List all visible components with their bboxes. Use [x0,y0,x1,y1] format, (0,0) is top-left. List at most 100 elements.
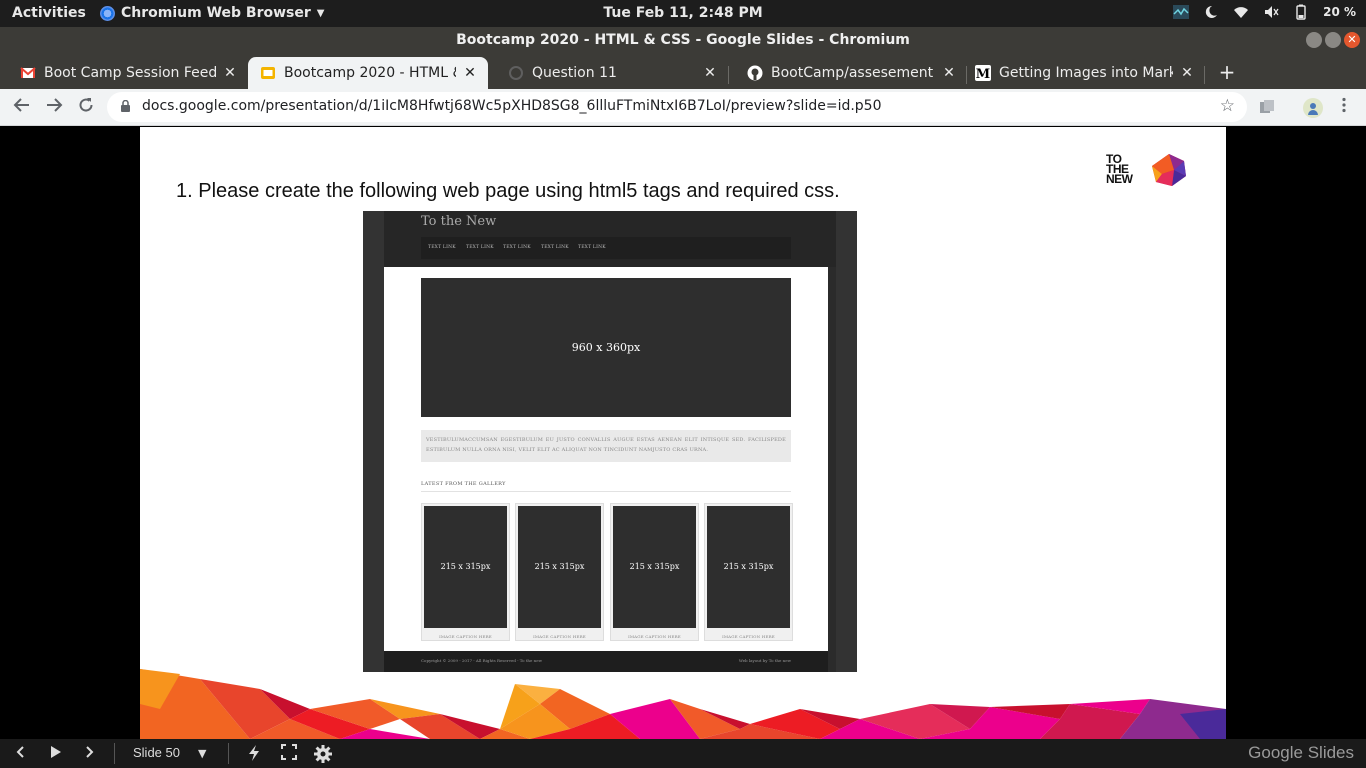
mockup-nav-bar: TEXT LINK TEXT LINK TEXT LINK TEXT LINK … [421,237,791,259]
gmail-icon [20,67,36,78]
close-icon[interactable]: ✕ [462,65,478,81]
mockup-nav-link: TEXT LINK [578,245,606,250]
close-icon[interactable]: ✕ [222,65,238,81]
decorative-polygon-band [140,669,1226,739]
lock-icon[interactable] [121,100,130,112]
url-text[interactable]: docs.google.com/presentation/d/1iIcM8Hfw… [142,98,882,114]
chevron-left-icon [16,746,24,758]
mockup-thumb-placeholder: 215 x 315px [613,506,696,628]
extension-icon[interactable] [1258,98,1276,116]
webpage-mockup-image: To the New TEXT LINK TEXT LINK TEXT LINK… [363,211,857,672]
tab-separator [1204,66,1205,84]
mockup-nav-link: TEXT LINK [541,245,569,250]
mockup-gallery-item: 215 x 315px IMAGE CAPTION HERE [704,503,793,641]
to-the-new-logo: TO THE NEW [1106,152,1190,190]
tab-title: Bootcamp 2020 - HTML & ( [284,65,456,81]
slide-dropdown-icon[interactable]: ▼ [198,747,206,760]
arrow-right-icon [47,98,63,112]
new-tab-button[interactable]: + [1216,60,1238,84]
mockup-nav-link: TEXT LINK [503,245,531,250]
system-tray[interactable]: 20 % [1173,4,1356,20]
play-icon [51,746,61,758]
slide-canvas: 1. Please create the following web page … [140,127,1226,739]
mockup-gallery-item: 215 x 315px IMAGE CAPTION HERE [610,503,699,641]
arrow-left-icon [13,98,29,112]
settings-button[interactable] [313,744,333,768]
wifi-icon[interactable] [1233,4,1249,20]
system-top-bar: Activities Chromium Web Browser ▼ Tue Fe… [0,0,1366,27]
tab-medium-images[interactable]: M Getting Images into Mark ✕ [965,57,1205,89]
mockup-gallery-item: 215 x 315px IMAGE CAPTION HERE [515,503,604,641]
laser-pointer-button[interactable] [246,744,262,766]
mockup-thumb-caption: IMAGE CAPTION HERE [628,634,681,639]
mockup-thumb-caption: IMAGE CAPTION HERE [439,634,492,639]
lightning-icon [249,745,259,761]
fullscreen-button[interactable] [281,744,297,764]
system-monitor-icon[interactable] [1173,4,1190,20]
mockup-intro-text: VESTIBULUMACCUMSAN EGESTIBULUM EU JUSTO … [421,430,791,462]
gear-icon [314,745,332,763]
previous-slide-button[interactable] [14,744,28,764]
battery-percent: 20 % [1323,5,1356,19]
tab-title: Question 11 [532,65,617,81]
toolbar-divider [114,743,115,764]
tab-title: BootCamp/assesement 4. [771,65,935,81]
chevron-right-icon [86,746,94,758]
more-vertical-icon [1342,97,1346,113]
mockup-thumb-placeholder: 215 x 315px [518,506,601,628]
google-slides-brand: Google Slides [1248,743,1354,762]
logo-gem-icon [1152,154,1186,186]
next-slide-button[interactable] [82,744,96,764]
mockup-thumb-caption: IMAGE CAPTION HERE [722,634,775,639]
close-window-button[interactable]: ✕ [1344,32,1360,48]
window-title-bar: Bootcamp 2020 - HTML & CSS - Google Slid… [0,27,1366,54]
slide-selector[interactable]: Slide 50 [133,745,180,760]
browser-menu-button[interactable] [1333,96,1355,118]
maximize-button[interactable] [1325,32,1341,48]
fullscreen-icon [281,744,297,760]
forward-button[interactable] [43,96,65,118]
mockup-nav-link: TEXT LINK [428,245,456,250]
mockup-hero-placeholder: 960 x 360px [421,278,791,417]
reload-button[interactable] [75,96,97,118]
close-icon[interactable]: ✕ [1179,65,1195,81]
medium-icon: M [975,65,991,81]
svg-text:M: M [976,67,990,81]
volume-icon[interactable] [1263,4,1279,20]
mockup-side-margin [836,211,857,672]
app-menu-label: Chromium Web Browser [121,5,311,21]
mockup-gallery-item: 215 x 315px IMAGE CAPTION HERE [421,503,510,641]
mockup-thumb-placeholder: 215 x 315px [424,506,507,628]
tab-question-11[interactable]: Question 11 ✕ [488,57,728,89]
play-button[interactable] [48,744,62,764]
slides-viewer-bar: Slide 50 ▼ Google Slides [0,739,1366,768]
close-icon[interactable]: ✕ [702,65,718,81]
battery-icon[interactable] [1293,4,1309,20]
tab-title: Boot Camp Session Feedb [44,65,216,81]
bookmark-star-icon[interactable]: ☆ [1220,96,1235,116]
tab-strip: Boot Camp Session Feedb ✕ Bootcamp 2020 … [0,54,1366,89]
mockup-thumb-placeholder: 215 x 315px [707,506,790,628]
tab-title: Getting Images into Mark [999,65,1173,81]
mockup-thumb-caption: IMAGE CAPTION HERE [533,634,586,639]
activities-button[interactable]: Activities [12,5,86,21]
window-title: Bootcamp 2020 - HTML & CSS - Google Slid… [456,32,910,48]
github-icon [747,65,763,81]
minimize-button[interactable] [1306,32,1322,48]
profile-avatar-icon[interactable] [1303,98,1323,118]
mockup-gallery-title: LATEST FROM THE GALLERY [421,481,506,487]
address-bar[interactable]: docs.google.com/presentation/d/1iIcM8Hfw… [107,92,1247,122]
google-slides-icon [261,67,275,79]
back-button[interactable] [11,96,33,118]
night-light-icon[interactable] [1203,4,1219,20]
mockup-page-body: 960 x 360px VESTIBULUMACCUMSAN EGESTIBUL… [384,267,828,651]
mockup-site-title: To the New [421,214,497,229]
app-menu[interactable]: Chromium Web Browser ▼ [100,5,324,21]
tab-github-bootcamp[interactable]: BootCamp/assesement 4. ✕ [727,57,967,89]
logo-wordmark: TO THE NEW [1106,152,1133,186]
tab-boot-camp-feedback[interactable]: Boot Camp Session Feedb ✕ [0,57,248,89]
toolbar-divider [228,743,229,764]
tab-bootcamp-slides[interactable]: Bootcamp 2020 - HTML & ( ✕ [248,57,488,89]
mockup-nav-link: TEXT LINK [466,245,494,250]
close-icon[interactable]: ✕ [941,65,957,81]
